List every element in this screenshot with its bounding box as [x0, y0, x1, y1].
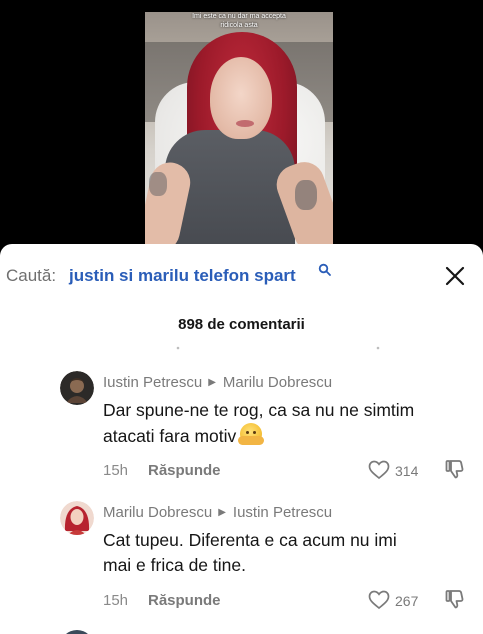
reply-button[interactable]: Răspunde: [148, 592, 221, 609]
comment-author[interactable]: Marilu Dobrescu: [103, 504, 212, 521]
like-count: 314: [395, 463, 419, 479]
comment-reply-to[interactable]: Marilu Dobrescu: [223, 374, 332, 391]
comments-sheet: Caută: justin si marilu telefon spart 89…: [0, 244, 483, 634]
thumbs-down-icon[interactable]: [444, 458, 466, 480]
avatar[interactable]: [60, 630, 94, 634]
comment-meta: Iustin Petrescu ▶ Marilu Dobrescu: [103, 374, 332, 391]
reply-button[interactable]: Răspunde: [148, 462, 221, 479]
comment-count: 898 de comentarii: [178, 316, 305, 333]
avatar-image: [60, 371, 94, 405]
comment-text-line2: atacati fara motiv: [103, 426, 237, 446]
like-count: 267: [395, 593, 419, 609]
search-prefix: Caută:: [6, 266, 57, 285]
comment-meta: Marilu Dobrescu ▶ Iustin Petrescu: [103, 504, 332, 521]
search-icon: [318, 263, 331, 276]
tattoo-decor: [295, 180, 317, 210]
avatar-image: [60, 501, 94, 535]
search-suggestion[interactable]: Caută: justin si marilu telefon spart: [0, 263, 483, 291]
reply-arrow-icon: ▶: [218, 507, 226, 518]
comment-reply-to[interactable]: Iustin Petrescu: [233, 504, 332, 521]
video-frame[interactable]: Imi este ca nu dar ma accepta ridicola a…: [145, 12, 333, 244]
comment-author[interactable]: Iustin Petrescu: [103, 374, 202, 391]
reply-arrow-icon: ▶: [208, 377, 216, 388]
comment-time: 15h: [103, 462, 129, 479]
comment-text: Cat tupeu. Diferenta e ca acum nu imi ma…: [103, 528, 433, 578]
comment-text-line1: Cat tupeu. Diferenta e ca acum nu imi: [103, 530, 397, 550]
comment-text-line2: mai e frica de tine.: [103, 555, 246, 575]
avatar[interactable]: [60, 501, 94, 535]
video-caption-line1: Imi este ca nu dar ma accepta: [192, 13, 286, 20]
comment-time: 15h: [103, 592, 129, 609]
video-player[interactable]: Imi este ca nu dar ma accepta ridicola a…: [0, 0, 483, 250]
search-query-link[interactable]: justin si marilu telefon spart: [69, 266, 296, 286]
thumbs-down-icon[interactable]: [444, 588, 466, 610]
comment-text: Dar spune-ne te rog, ca sa nu ne simtim …: [103, 398, 433, 449]
heart-icon[interactable]: [368, 590, 390, 610]
video-caption: Imi este ca nu dar ma accepta ridicola a…: [145, 12, 333, 30]
comment-text-line1: Dar spune-ne te rog, ca sa nu ne simtim: [103, 400, 415, 420]
avatar[interactable]: [60, 371, 94, 405]
hugging-face-emoji-icon: [238, 423, 265, 445]
video-caption-line2: ridicola asta: [220, 22, 258, 29]
close-icon[interactable]: [442, 263, 468, 289]
comment-text-line2-wrap: atacati fara motiv: [103, 423, 433, 449]
heart-icon[interactable]: [368, 460, 390, 480]
truncated-comment-edge: [176, 346, 380, 350]
lips-decor: [236, 120, 254, 127]
tattoo-decor-2: [149, 172, 167, 196]
